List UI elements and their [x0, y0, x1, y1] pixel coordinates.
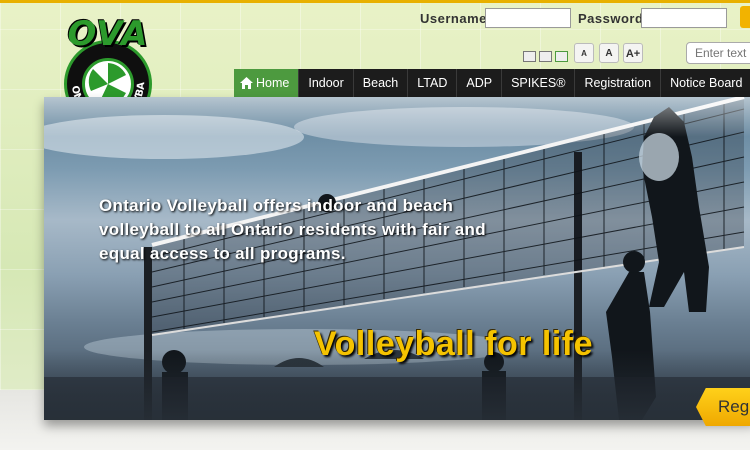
- font-size-large-button[interactable]: A+: [623, 43, 643, 63]
- main-nav: Home Indoor Beach LTAD ADP SPIKES® Regis…: [234, 69, 750, 97]
- font-size-normal-button[interactable]: A: [599, 43, 619, 63]
- print-icon[interactable]: [523, 51, 536, 62]
- login-submit-button[interactable]: [740, 6, 750, 28]
- share-icon[interactable]: [555, 51, 568, 62]
- hero-slogan: Volleyball for life: [314, 325, 594, 363]
- nav-item-notice-board[interactable]: Notice Board: [661, 69, 750, 97]
- nav-item-ltad[interactable]: LTAD: [408, 69, 458, 97]
- search-input[interactable]: [686, 42, 750, 64]
- nav-item-registration[interactable]: Registration: [575, 69, 662, 97]
- password-input[interactable]: [641, 8, 727, 28]
- hero-top-fade: [44, 97, 750, 137]
- email-icon[interactable]: [539, 51, 552, 62]
- nav-item-home[interactable]: Home: [234, 69, 300, 97]
- nav-item-adp[interactable]: ADP: [457, 69, 503, 97]
- username-input[interactable]: [485, 8, 571, 28]
- register-tab-button[interactable]: Reg: [696, 388, 750, 426]
- logo-acronym: OVA: [67, 14, 149, 54]
- nav-item-beach[interactable]: Beach: [353, 69, 409, 97]
- top-accent-line: [0, 0, 750, 3]
- nav-item-spikes[interactable]: SPIKES®: [502, 69, 576, 97]
- hero-tagline: Ontario Volleyball offers indoor and bea…: [99, 196, 486, 263]
- home-icon: [240, 77, 253, 89]
- nav-item-home-label: Home: [256, 76, 290, 90]
- hero-banner[interactable]: Ontario Volleyball offers indoor and bea…: [44, 97, 750, 420]
- font-size-small-button[interactable]: A: [574, 43, 594, 63]
- nav-item-indoor[interactable]: Indoor: [299, 69, 354, 97]
